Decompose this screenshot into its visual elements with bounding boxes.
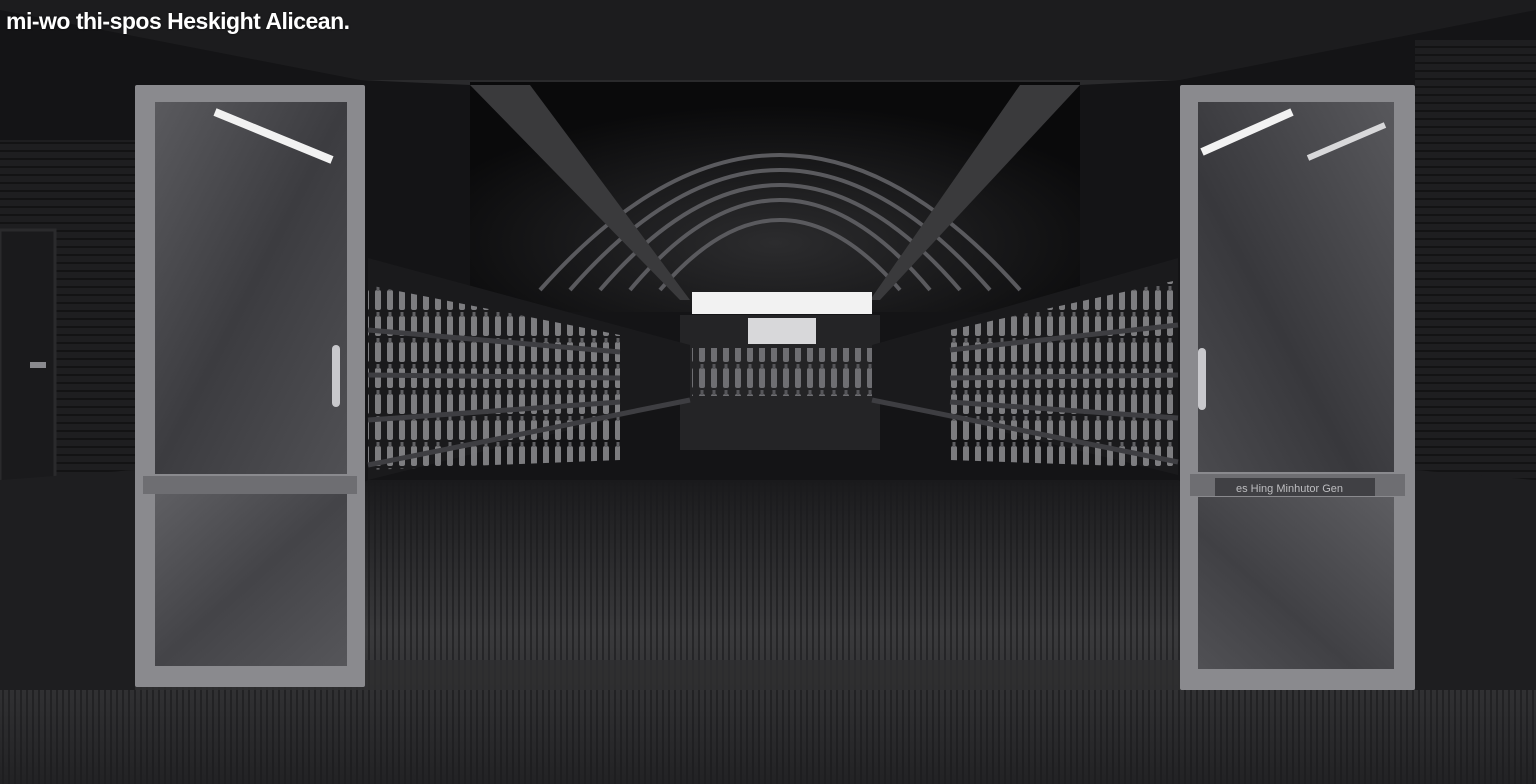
right-floor-area bbox=[1415, 470, 1536, 690]
tunnel bbox=[470, 82, 1080, 312]
door-handle-icon bbox=[30, 362, 46, 368]
door-plate-text: es Hing Minhutor Gen bbox=[1236, 483, 1343, 495]
left-glass-door bbox=[135, 85, 365, 687]
caption-text: mi-wo thi-spos Heskight Alicean. bbox=[6, 8, 350, 34]
back-light-panel bbox=[748, 318, 816, 344]
side-door bbox=[0, 228, 57, 487]
right-glass-door: es Hing Minhutor Gen bbox=[1180, 85, 1415, 690]
left-floor-area bbox=[0, 470, 135, 690]
ceiling-light-icon bbox=[692, 292, 872, 314]
door-handle-icon bbox=[332, 345, 340, 407]
door-handle-icon bbox=[1198, 348, 1206, 410]
warehouse-scene: es Hing Minhutor Gen bbox=[0, 0, 1536, 784]
back-shelf bbox=[692, 348, 872, 396]
